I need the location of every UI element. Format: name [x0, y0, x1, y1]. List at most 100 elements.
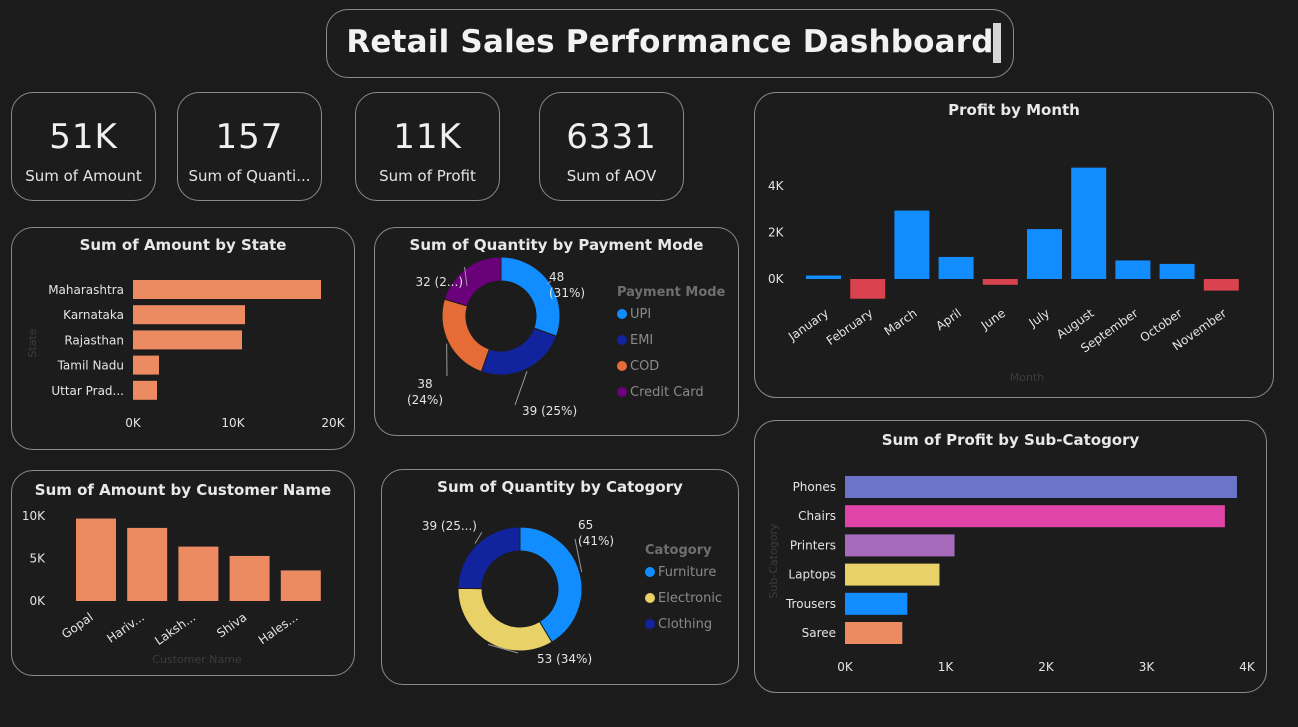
legend-label: UPI	[630, 307, 651, 322]
category-label: Printers	[790, 538, 836, 552]
bar	[1115, 260, 1151, 279]
category-label: March	[882, 306, 920, 338]
quantity-by-payment-panel[interactable]: Sum of Quantity by Payment Mode 48 (31%) 3…	[374, 227, 739, 436]
quantity-by-category-panel[interactable]: Sum of Quantity by Catogory 65 (41%) 53 (3…	[381, 469, 739, 685]
bar	[850, 279, 886, 299]
donut-slice	[480, 327, 558, 376]
quantity-by-payment-chart[interactable]: 48 (31%) 39 (25%) 38 (24%) 32 (2...) Payment M…	[375, 228, 740, 437]
kpi-value: 157	[215, 117, 284, 157]
profit-by-subcategory-chart[interactable]: Phones Chairs Printers Laptops Trousers Saree…	[755, 421, 1268, 694]
slice-label: 39 (25%)	[522, 404, 577, 418]
kpi-value: 6331	[566, 117, 657, 157]
legend-label: Furniture	[658, 565, 716, 580]
category-label: Laptops	[788, 568, 836, 582]
category-label: Uttar Prad...	[51, 384, 124, 398]
bar	[845, 622, 903, 644]
quantity-by-category-chart[interactable]: 65 (41%) 53 (34%) 39 (25...) Catogory Furnitu…	[382, 470, 740, 686]
profit-by-subcategory-panel[interactable]: Sum of Profit by Sub-Catogory Phones Chai…	[754, 420, 1267, 693]
kpi-value: 51K	[49, 117, 118, 157]
tick-label: 3K	[1139, 660, 1156, 674]
category-label: Maharashtra	[48, 283, 124, 297]
legend-label: COD	[630, 359, 659, 374]
tick-label: 0K	[29, 594, 46, 608]
bar	[76, 518, 116, 601]
tick-label: 5K	[29, 552, 46, 566]
donut-slice	[519, 526, 583, 643]
legend-label: Credit Card	[630, 385, 704, 400]
bar	[845, 476, 1237, 498]
category-label: Phones	[793, 480, 836, 494]
bar	[845, 534, 955, 557]
category-label: Laksh...	[152, 610, 198, 648]
legend-label: EMI	[630, 333, 653, 348]
leader-line	[514, 371, 528, 406]
tick-label: 0K	[768, 272, 785, 286]
bar	[178, 546, 219, 601]
kpi-label: Sum of Amount	[25, 167, 142, 185]
amount-by-state-panel[interactable]: Sum of Amount by State Maharashtra Karnat…	[11, 227, 355, 450]
legend-marker	[617, 387, 627, 397]
category-label: April	[933, 306, 964, 333]
profit-by-month-panel[interactable]: Profit by Month 0K 2K 4K January February Mar…	[754, 92, 1274, 398]
title-cursor-bar	[993, 23, 1001, 63]
category-label: Trousers	[785, 597, 836, 611]
slice-label: 39 (25...)	[422, 519, 477, 533]
slice-label: 38 (24%)	[407, 377, 443, 407]
legend-marker	[617, 309, 627, 319]
bar	[806, 275, 841, 279]
kpi-label: Sum of AOV	[566, 167, 657, 185]
tick-label: 2K	[1038, 660, 1055, 674]
kpi-value: 11K	[393, 117, 462, 157]
tick-label: 10K	[22, 509, 46, 523]
bar	[938, 256, 974, 279]
tick-label: 4K	[1239, 660, 1256, 674]
legend-label: Electronic	[658, 591, 722, 606]
tick-label: 20K	[321, 416, 345, 430]
tick-label: 10K	[221, 416, 245, 430]
category-label: February	[824, 306, 876, 348]
axis-title: Customer Name	[152, 653, 242, 666]
legend-marker	[645, 593, 655, 603]
kpi-card-aov[interactable]: 6331 Sum of AOV	[539, 92, 684, 201]
amount-by-customer-panel[interactable]: Sum of Amount by Customer Name 0K 5K 10K Go…	[11, 470, 355, 676]
bar	[1159, 263, 1195, 279]
bar	[229, 555, 270, 601]
bar	[127, 527, 168, 601]
category-label: Hariv...	[104, 610, 147, 646]
category-label: Chairs	[798, 509, 836, 523]
kpi-card-quantity[interactable]: 157 Sum of Quanti...	[177, 92, 322, 201]
axis-title: State	[26, 328, 39, 357]
category-label: Shiva	[214, 610, 249, 640]
donut-slice	[441, 298, 490, 373]
bar	[133, 280, 321, 299]
category-label: Hales...	[256, 610, 301, 647]
tick-label: 1K	[938, 660, 955, 674]
legend-marker	[645, 567, 655, 577]
slice-label: 48 (31%)	[549, 270, 585, 300]
kpi-card-profit[interactable]: 11K Sum of Profit	[355, 92, 500, 201]
kpi-card-amount[interactable]: 51K Sum of Amount	[11, 92, 156, 201]
amount-by-customer-chart[interactable]: 0K 5K 10K Gopal Hariv... Laksh... Shiva Hales..…	[12, 471, 356, 677]
category-label: June	[978, 306, 1008, 333]
legend-label: Clothing	[658, 617, 712, 632]
profit-by-month-chart[interactable]: 0K2K4KJanuaryFebruary March April June July A…	[755, 93, 1275, 399]
bar	[845, 563, 940, 586]
bar	[133, 305, 245, 325]
amount-by-state-chart[interactable]: Maharashtra Karnataka Rajasthan Tamil Nadu U…	[12, 228, 356, 451]
legend-title: Payment Mode	[617, 285, 726, 300]
donut-slice	[457, 526, 521, 590]
slice-label: 53 (34%)	[537, 652, 592, 666]
bar	[845, 505, 1225, 528]
tick-label: 0K	[837, 660, 854, 674]
dashboard-title-panel: Retail Sales Performance Dashboard	[326, 9, 1014, 78]
legend-marker	[645, 619, 655, 629]
category-label: Tamil Nadu	[57, 359, 124, 373]
tick-label: 4K	[768, 179, 785, 193]
bar	[133, 355, 159, 375]
category-label: Rajasthan	[64, 333, 124, 347]
category-label: Karnataka	[63, 308, 124, 322]
slice-label: 65 (41%)	[578, 518, 614, 548]
axis-title: Sub-Catogory	[767, 523, 780, 599]
category-label: Gopal	[59, 610, 96, 642]
bar	[280, 570, 321, 601]
